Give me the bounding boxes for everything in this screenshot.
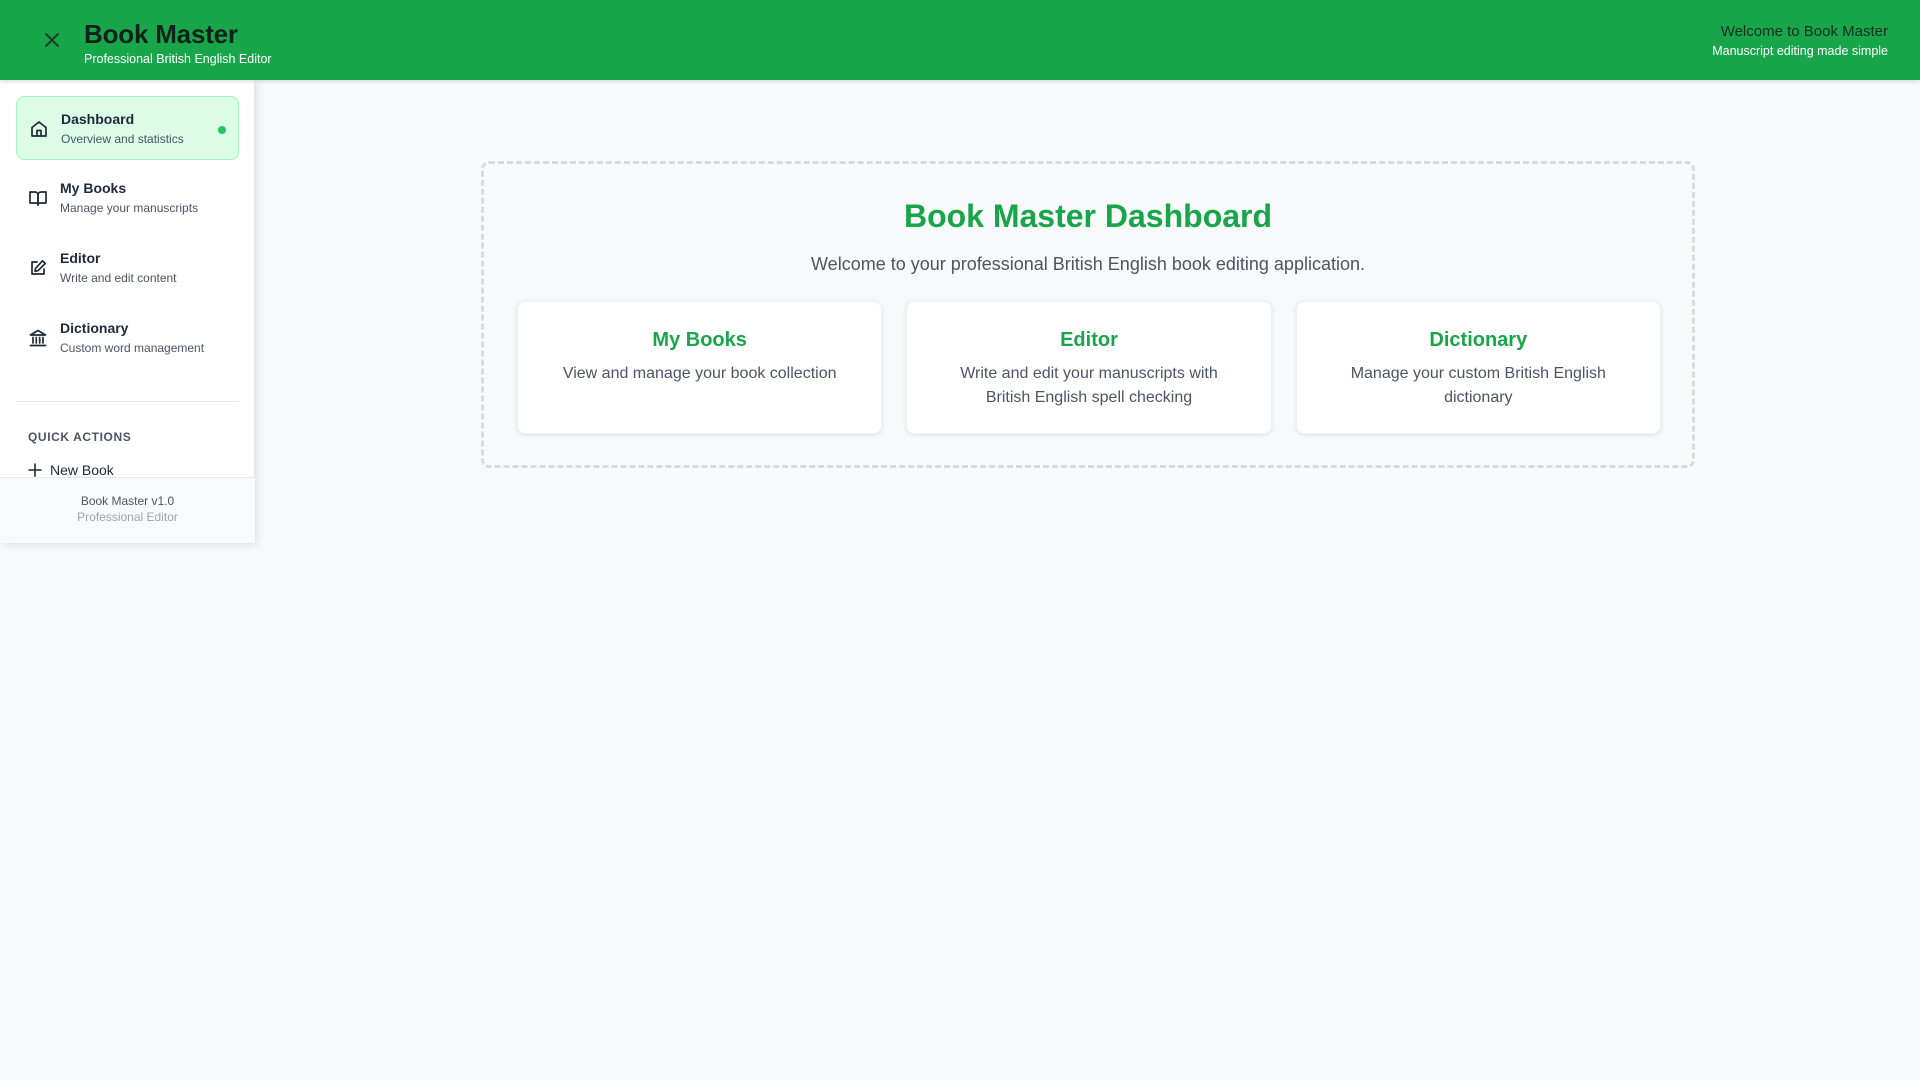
sidebar-item-description: Manage your manuscripts — [60, 201, 199, 215]
welcome-title: Welcome to Book Master — [1720, 23, 1888, 40]
sidebar-item-description: Overview and statistics — [61, 132, 184, 146]
open-book-icon — [28, 188, 48, 208]
page-subtitle: Welcome to your professional British Eng… — [811, 254, 1365, 274]
new-book-label: New Book — [50, 462, 114, 478]
sidebar-item-label: My Books — [60, 180, 127, 196]
footer-subtitle: Professional Editor — [77, 510, 178, 524]
app-subtitle: Professional British English Editor — [84, 52, 272, 66]
sidebar-item-my-books[interactable]: My Books Manage your manuscripts — [16, 166, 239, 230]
dashboard-panel: Book Master Dashboard Welcome to your pr… — [481, 161, 1695, 468]
sidebar-item-label: Editor — [60, 250, 101, 266]
sidebar: Dashboard Overview and statistics My Boo… — [0, 80, 255, 543]
close-icon — [45, 33, 59, 47]
sidebar-item-text: Dictionary Custom word management — [60, 319, 204, 356]
sidebar-item-text: Dashboard Overview and statistics — [61, 110, 184, 147]
header-welcome: Welcome to Book Master Manuscript editin… — [1712, 23, 1888, 59]
active-indicator-dot — [218, 126, 226, 134]
quick-actions-heading: QUICK ACTIONS — [28, 430, 132, 444]
close-sidebar-button[interactable] — [36, 24, 68, 56]
page-title: Book Master Dashboard — [903, 198, 1273, 234]
sidebar-item-text: Editor Write and edit content — [60, 249, 177, 286]
sidebar-nav: Dashboard Overview and statistics My Boo… — [16, 96, 239, 376]
card-description: Write and edit your manuscripts with Bri… — [960, 365, 1218, 406]
sidebar-item-editor[interactable]: Editor Write and edit content — [16, 236, 239, 300]
library-icon — [28, 328, 48, 348]
app-version: Book Master v1.0 — [80, 494, 175, 508]
app-header: Book Master Professional British English… — [0, 0, 1920, 80]
sidebar-item-description: Write and edit content — [60, 271, 177, 285]
sidebar-item-label: Dictionary — [60, 320, 129, 336]
card-my-books[interactable]: My Books View and manage your book colle… — [517, 301, 883, 434]
card-editor[interactable]: Editor Write and edit your manuscripts w… — [906, 301, 1272, 434]
plus-icon — [28, 463, 42, 477]
card-title: Dictionary — [1429, 329, 1528, 351]
welcome-subtitle: Manuscript editing made simple — [1712, 44, 1888, 58]
sidebar-item-label: Dashboard — [61, 111, 135, 127]
sidebar-item-description: Custom word management — [60, 341, 205, 355]
sidebar-item-dictionary[interactable]: Dictionary Custom word management — [16, 306, 239, 370]
edit-icon — [28, 258, 48, 278]
card-title: Editor — [1060, 329, 1118, 351]
feature-cards: My Books View and manage your book colle… — [517, 301, 1661, 434]
app-title: Book Master — [84, 19, 238, 49]
sidebar-item-dashboard[interactable]: Dashboard Overview and statistics — [16, 96, 239, 160]
card-title: My Books — [652, 329, 747, 351]
sidebar-footer: Book Master v1.0 Professional Editor — [0, 477, 255, 543]
sidebar-divider — [16, 401, 239, 402]
card-description: Manage your custom British English dicti… — [1350, 365, 1606, 406]
card-dictionary[interactable]: Dictionary Manage your custom British En… — [1295, 301, 1661, 434]
sidebar-item-text: My Books Manage your manuscripts — [60, 179, 198, 216]
card-description: View and manage your book collection — [562, 365, 837, 382]
brand: Book Master Professional British English… — [84, 19, 272, 67]
home-icon — [29, 119, 49, 139]
